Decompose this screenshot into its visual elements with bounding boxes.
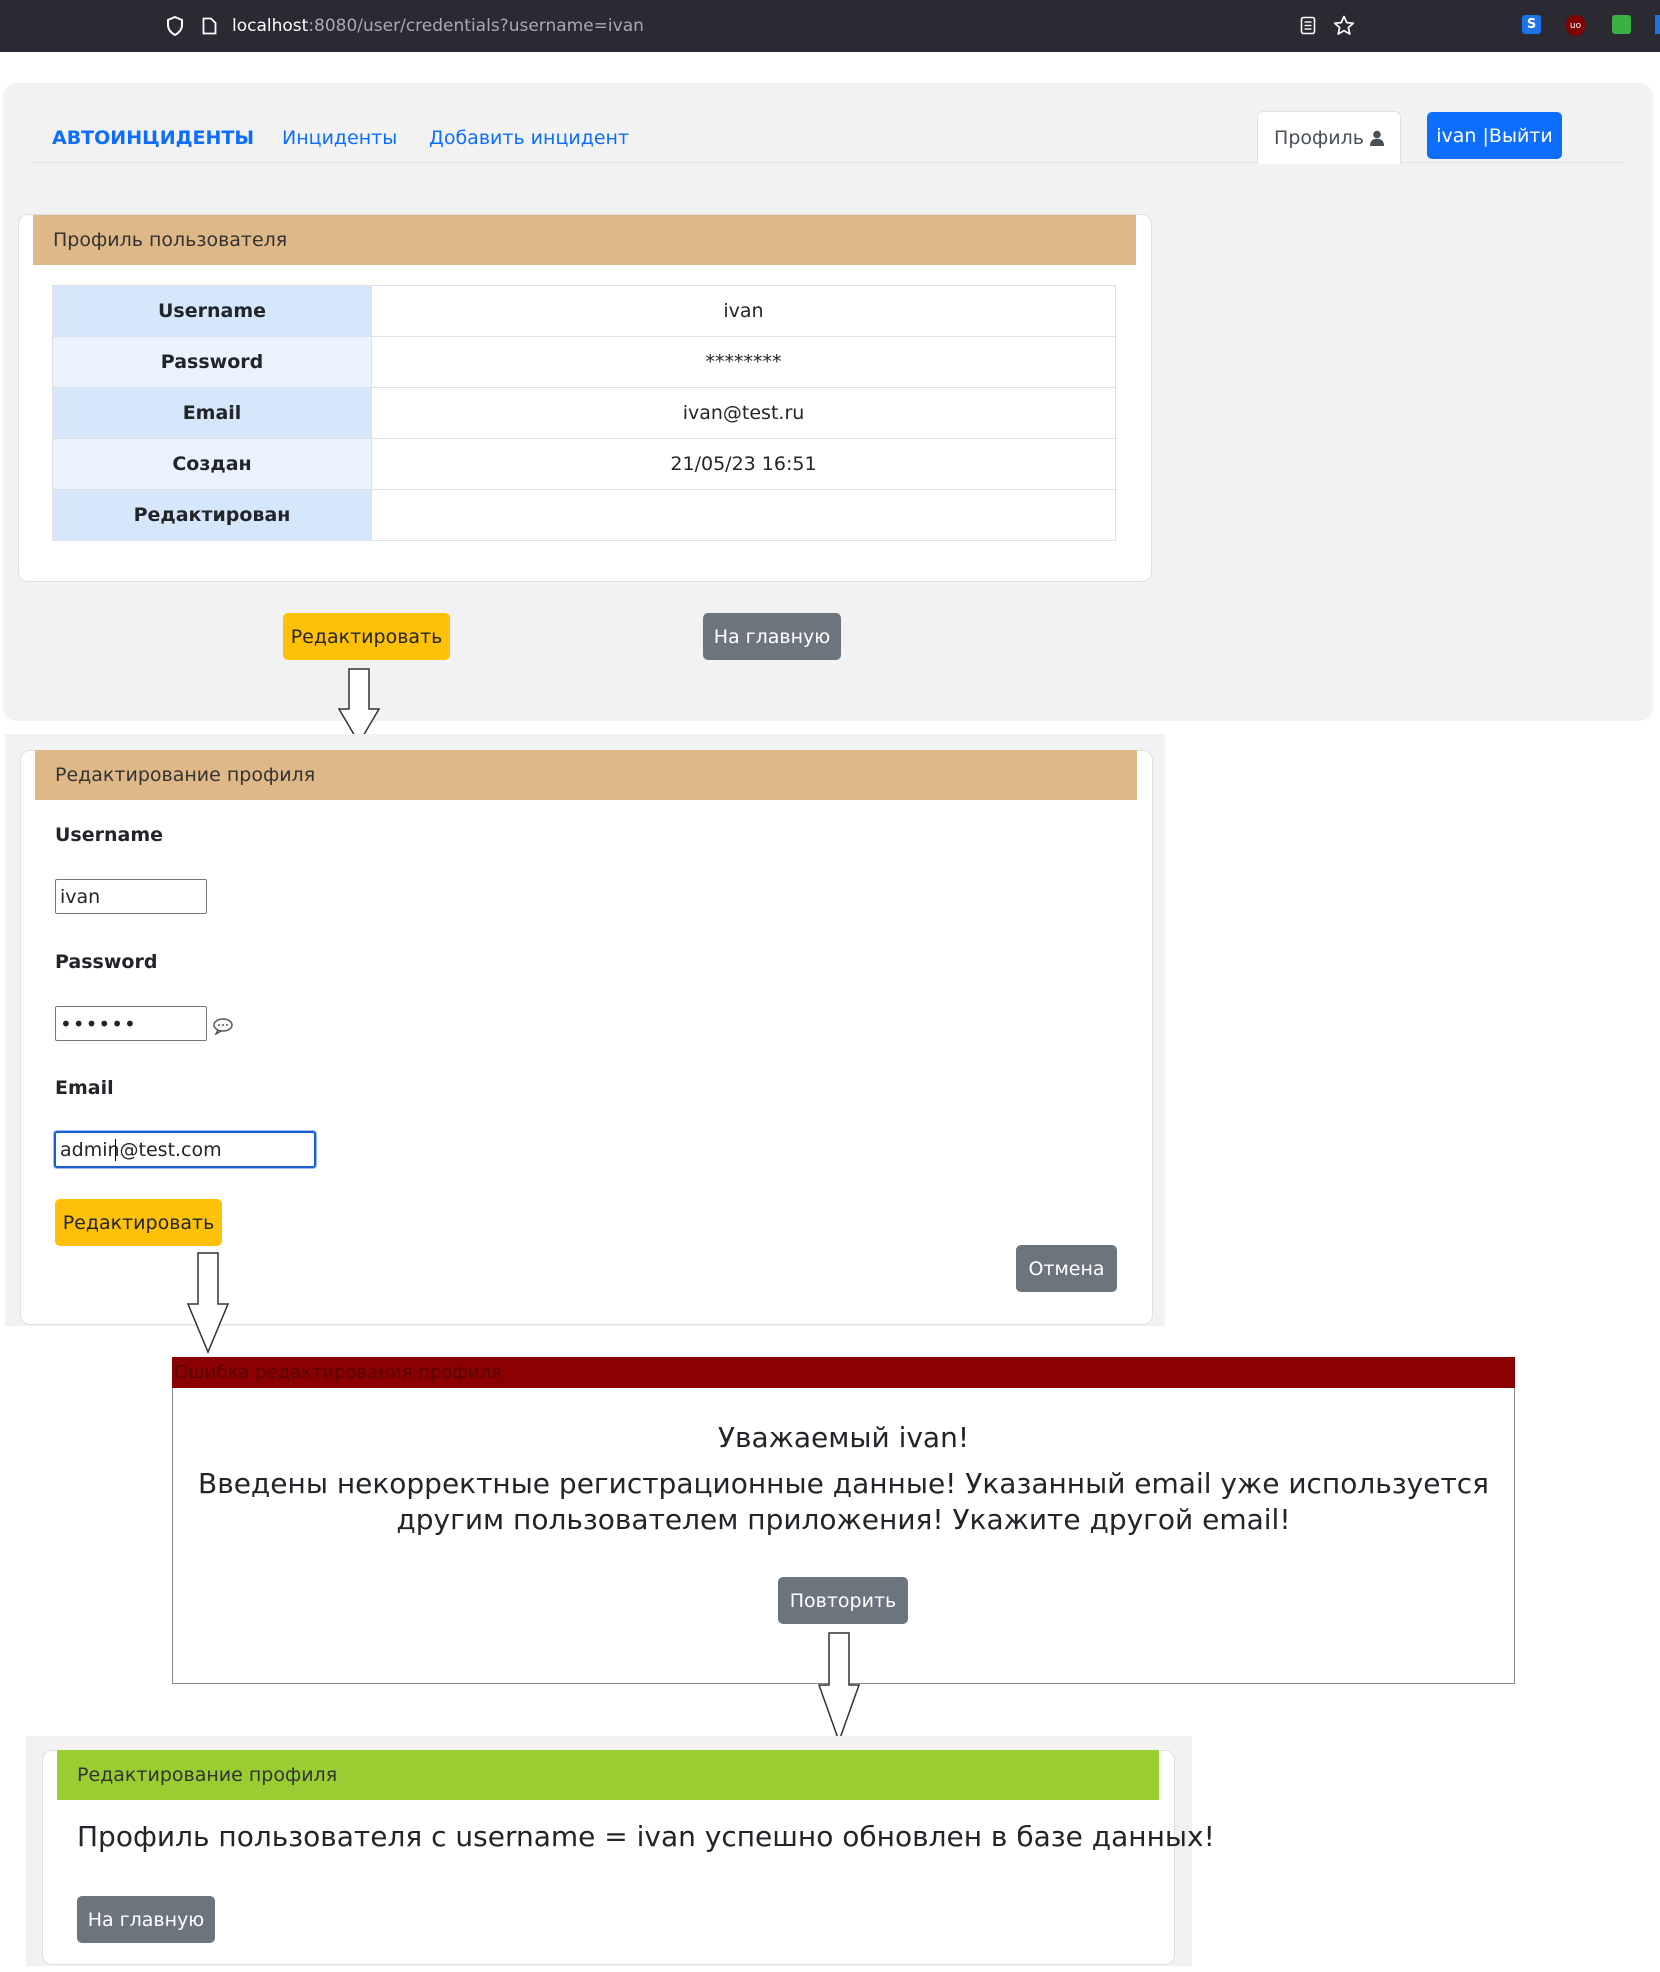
tab-profile-label: Профиль xyxy=(1274,127,1364,149)
error-message-line1: Введены некорректные регистрационные дан… xyxy=(197,1467,1490,1500)
table-row: Password ******** xyxy=(52,336,1116,388)
extension-green-icon[interactable] xyxy=(1612,15,1631,34)
cancel-button[interactable]: Отмена xyxy=(1016,1245,1117,1292)
success-card-header: Редактирование профиля xyxy=(57,1750,1159,1800)
table-key: Редактирован xyxy=(52,489,372,541)
flow-arrow-down-icon xyxy=(817,1632,861,1744)
url-path: :8080/user/credentials?username=ivan xyxy=(308,16,644,36)
user-icon xyxy=(1369,130,1384,146)
home-button[interactable]: На главную xyxy=(703,613,841,660)
table-value xyxy=(371,489,1116,541)
table-key: Password xyxy=(52,336,372,388)
password-label: Password xyxy=(55,951,158,973)
table-value: ******** xyxy=(371,336,1116,388)
address-bar[interactable]: localhost:8080/user/credentials?username… xyxy=(232,12,644,40)
table-key: Email xyxy=(52,387,372,439)
brand-link[interactable]: АВТОИНЦИДЕНТЫ xyxy=(52,127,254,149)
table-key: Создан xyxy=(52,438,372,490)
email-label: Email xyxy=(55,1077,114,1099)
page-icon xyxy=(202,17,217,35)
edit-form-header: Редактирование профиля xyxy=(35,750,1137,800)
show-password-icon[interactable] xyxy=(212,1017,234,1035)
nav-link-incidents[interactable]: Инциденты xyxy=(282,127,397,149)
error-greeting: Уважаемый ivan! xyxy=(717,1421,970,1454)
table-row: Username ivan xyxy=(52,285,1116,337)
success-message: Профиль пользователя с username = ivan у… xyxy=(77,1820,1215,1853)
error-dialog-header: Ошибка редактирования профиля xyxy=(172,1357,1515,1388)
table-row: Создан 21/05/23 16:51 xyxy=(52,438,1116,490)
navbar: АВТОИНЦИДЕНТЫ Инциденты Добавить инциден… xyxy=(32,103,1624,164)
tab-profile[interactable]: Профиль xyxy=(1257,111,1401,164)
username-label: Username xyxy=(55,824,164,846)
error-message-line2: другим пользователем приложения! Укажите… xyxy=(396,1503,1291,1536)
ublock-icon[interactable]: uo xyxy=(1566,15,1585,36)
password-input[interactable]: •••••• xyxy=(55,1006,207,1041)
extension-partial-icon[interactable] xyxy=(1655,15,1660,34)
email-input-value: admin@test.com xyxy=(60,1138,222,1161)
profile-card-header: Профиль пользователя xyxy=(33,215,1136,265)
logout-button[interactable]: ivan |Выйти xyxy=(1427,112,1562,159)
flow-arrow-down-icon xyxy=(186,1252,230,1354)
table-row: Редактирован xyxy=(52,489,1116,541)
flow-arrow-down-icon xyxy=(337,668,381,745)
nav-link-add-incident[interactable]: Добавить инцидент xyxy=(429,127,629,149)
table-value: ivan@test.ru xyxy=(371,387,1116,439)
submit-edit-button[interactable]: Редактировать xyxy=(55,1199,222,1246)
email-input[interactable]: admin@test.com xyxy=(54,1131,316,1168)
table-row: Email ivan@test.ru xyxy=(52,387,1116,439)
home-button[interactable]: На главную xyxy=(77,1896,215,1943)
text-cursor xyxy=(115,1139,116,1161)
reader-icon[interactable] xyxy=(1300,16,1316,35)
table-value: 21/05/23 16:51 xyxy=(371,438,1116,490)
star-icon[interactable] xyxy=(1333,15,1355,36)
table-value: ivan xyxy=(371,285,1116,337)
username-input[interactable]: ivan xyxy=(55,879,207,914)
url-host: localhost xyxy=(232,16,309,36)
browser-toolbar: localhost:8080/user/credentials?username… xyxy=(0,0,1660,52)
table-key: Username xyxy=(52,285,372,337)
edit-profile-button[interactable]: Редактировать xyxy=(283,613,450,660)
shield-icon[interactable] xyxy=(166,16,184,36)
profile-table: Username ivan Password ******** Email iv… xyxy=(52,285,1116,541)
retry-button[interactable]: Повторить xyxy=(778,1577,908,1624)
extension-s-icon[interactable]: S xyxy=(1522,15,1541,34)
